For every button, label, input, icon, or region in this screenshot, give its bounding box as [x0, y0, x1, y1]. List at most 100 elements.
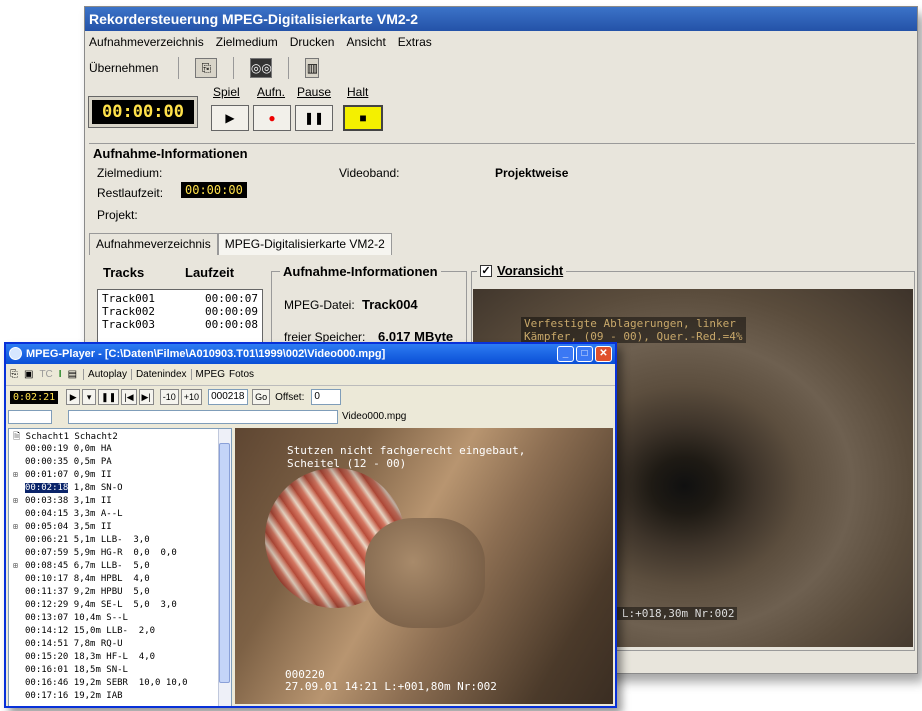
copy-icon[interactable]: ⎘	[10, 369, 18, 380]
tree-timecode: 00:12:29	[25, 599, 69, 610]
datenindex-button[interactable]: Datenindex	[130, 369, 191, 380]
projektweise-label: Projektweise	[495, 166, 569, 180]
tree-info: 19,2m SEBR 10,0 10,0	[73, 677, 188, 688]
autoplay-button[interactable]: Autoplay	[83, 369, 131, 380]
maximize-button[interactable]: □	[576, 346, 593, 362]
tree-info: 9,4m SE-L 5,0 3,0	[73, 599, 177, 610]
tree-row[interactable]: 00:12:29 9,4m SE-L 5,0 3,0	[9, 598, 231, 611]
tree-row[interactable]: 00:00:35 0,5m PA	[9, 455, 231, 468]
image-icon[interactable]: ▣	[24, 369, 33, 380]
tree-scrollbar[interactable]	[218, 429, 231, 706]
tree-row[interactable]: ⊞ 00:03:38 3,1m II	[9, 494, 231, 507]
tab-aufnahmeverzeichnis[interactable]: Aufnahmeverzeichnis	[89, 233, 218, 255]
tc-button[interactable]: TC	[39, 369, 52, 380]
restlaufzeit-label: Restlaufzeit:	[97, 186, 164, 200]
expand-icon[interactable]: ⊞	[13, 561, 25, 570]
recorder-menubar: Aufnahmeverzeichnis Zielmedium Drucken A…	[85, 31, 917, 53]
pause-button[interactable]: ❚❚	[295, 105, 333, 131]
print-icon[interactable]: ▥	[305, 58, 320, 78]
tree-info: 0,5m PA	[73, 456, 112, 467]
uebernehmen-button[interactable]: Übernehmen	[89, 61, 158, 75]
toolbar-separator	[178, 57, 180, 79]
voransicht-toggle[interactable]: ✓ Voransicht	[477, 263, 567, 278]
tree-row[interactable]: 00:11:37 9,2m HPBU 5,0	[9, 585, 231, 598]
pause-button[interactable]: ❚❚	[98, 389, 120, 405]
tree-timecode: 00:00:35	[25, 456, 69, 467]
offset-label: Offset:	[275, 391, 305, 403]
minus10-button[interactable]: -10	[159, 389, 179, 405]
tree-row[interactable]: 00:06:21 5,1m LLB- 3,0	[9, 533, 231, 546]
tree-timecode: 00:07:59	[25, 547, 69, 558]
record-button[interactable]: ●	[253, 105, 291, 131]
last-frame-button[interactable]: ▶|	[138, 389, 154, 405]
go-button[interactable]: Go	[252, 389, 271, 405]
tree-row[interactable]: 00:07:59 5,9m HG-R 0,0 0,0	[9, 546, 231, 559]
tree-row[interactable]: 00:16:01 18,5m SN-L	[9, 663, 231, 676]
tree-row[interactable]: 00:14:12 15,0m LLB- 2,0	[9, 624, 231, 637]
minimize-button[interactable]: _	[557, 346, 574, 362]
voransicht-checkbox[interactable]: ✓	[480, 264, 492, 277]
tree-row[interactable]: 00:16:46 19,2m SEBR 10,0 10,0	[9, 676, 231, 689]
tree-row[interactable]: ⊞ 00:05:04 3,5m II	[9, 520, 231, 533]
list-item[interactable]: Track002 00:00:09	[102, 305, 258, 318]
tree-timecode: 00:11:37	[25, 586, 69, 597]
first-frame-button[interactable]: |◀	[121, 389, 137, 405]
mpeg-player-titlebar: MPEG-Player - [C:\Daten\Filme\A010903.T0…	[6, 344, 615, 364]
halt-button[interactable]: ■	[343, 105, 383, 131]
scrollbar-thumb[interactable]	[219, 443, 230, 683]
window-buttons: _ □ ✕	[555, 346, 612, 362]
info-button[interactable]: I	[59, 369, 62, 380]
menu-extras[interactable]: Extras	[398, 35, 432, 49]
tree-root[interactable]: 🗎 Schacht1 Schacht2	[9, 429, 231, 442]
close-button[interactable]: ✕	[595, 346, 612, 362]
offset-input[interactable]: 0	[311, 389, 342, 405]
mpeg-datei-label: MPEG-Datei:	[284, 298, 355, 312]
tree-row[interactable]: 00:15:20 18,3m HF-L 4,0	[9, 650, 231, 663]
monitor-icon[interactable]: ▤	[68, 369, 77, 380]
tree-timecode: 00:14:51	[25, 638, 69, 649]
tab-mpeg-digitalisierkarte[interactable]: MPEG-Digitalisierkarte VM2-2	[217, 233, 392, 255]
aufn-label: Aufn.	[257, 85, 286, 99]
path-field-2[interactable]	[68, 410, 338, 424]
tree-row[interactable]: ⊞ 00:08:45 6,7m LLB- 5,0	[9, 559, 231, 572]
plus10-button[interactable]: +10	[180, 389, 203, 405]
tree-timecode: 00:15:20	[25, 651, 69, 662]
tree-row[interactable]: ⊞ 00:01:07 0,9m II	[9, 468, 231, 481]
tree-row[interactable]: 00:02:18 1,8m SN-O	[9, 481, 231, 494]
menu-aufnahmeverzeichnis[interactable]: Aufnahmeverzeichnis	[89, 35, 204, 49]
copy-icon[interactable]: ⎘	[195, 58, 218, 78]
mpeg-button[interactable]: MPEG	[190, 369, 229, 380]
play-dropdown-button[interactable]: ▾	[82, 389, 97, 405]
tree-row[interactable]: 00:04:15 3,3m A--L	[9, 507, 231, 520]
tree-timecode: 00:00:19	[25, 443, 69, 454]
player-timecode: 0:02:21	[10, 390, 59, 404]
expand-icon[interactable]: ⊞	[13, 496, 25, 505]
tree-info: 19,2m IAB	[73, 690, 123, 701]
recorder-timecode: 00:00:00	[88, 96, 198, 128]
tape-icon[interactable]: ◎◎	[250, 58, 273, 78]
menu-zielmedium[interactable]: Zielmedium	[216, 35, 278, 49]
tree-row[interactable]: 00:13:07 10,4m S--L	[9, 611, 231, 624]
expand-icon[interactable]: ⊞	[13, 522, 25, 531]
list-item[interactable]: Track003 00:00:08	[102, 318, 258, 331]
tree-info: 7,8m RQ-U	[73, 638, 123, 649]
tree-timecode: 00:03:38	[25, 495, 69, 506]
menu-drucken[interactable]: Drucken	[290, 35, 335, 49]
list-item[interactable]: Track001 00:00:07	[102, 292, 258, 305]
path-field-1[interactable]	[8, 410, 52, 424]
frame-input[interactable]: 000218	[208, 389, 249, 405]
zielmedium-label: Zielmedium:	[97, 166, 163, 180]
play-button[interactable]: ▶	[66, 389, 81, 405]
tree-row[interactable]: 00:00:19 0,0m HA	[9, 442, 231, 455]
play-button[interactable]: ▶	[211, 105, 249, 131]
fotos-button[interactable]: Fotos	[229, 369, 254, 380]
menu-ansicht[interactable]: Ansicht	[346, 35, 385, 49]
tracks-list[interactable]: Track001 00:00:07 Track002 00:00:09 Track0…	[97, 289, 263, 349]
tree-row[interactable]: 00:14:51 7,8m RQ-U	[9, 637, 231, 650]
tree-row[interactable]: 00:17:16 19,2m IAB	[9, 689, 231, 702]
tree-info: 0,9m II	[73, 469, 112, 480]
filename-label: Video000.mpg	[342, 411, 407, 422]
tree-row[interactable]: 00:10:17 8,4m HPBL 4,0	[9, 572, 231, 585]
inspection-tree[interactable]: 🗎 Schacht1 Schacht2 00:00:19 0,0m HA 00:0…	[8, 428, 232, 706]
expand-icon[interactable]: ⊞	[13, 470, 25, 479]
